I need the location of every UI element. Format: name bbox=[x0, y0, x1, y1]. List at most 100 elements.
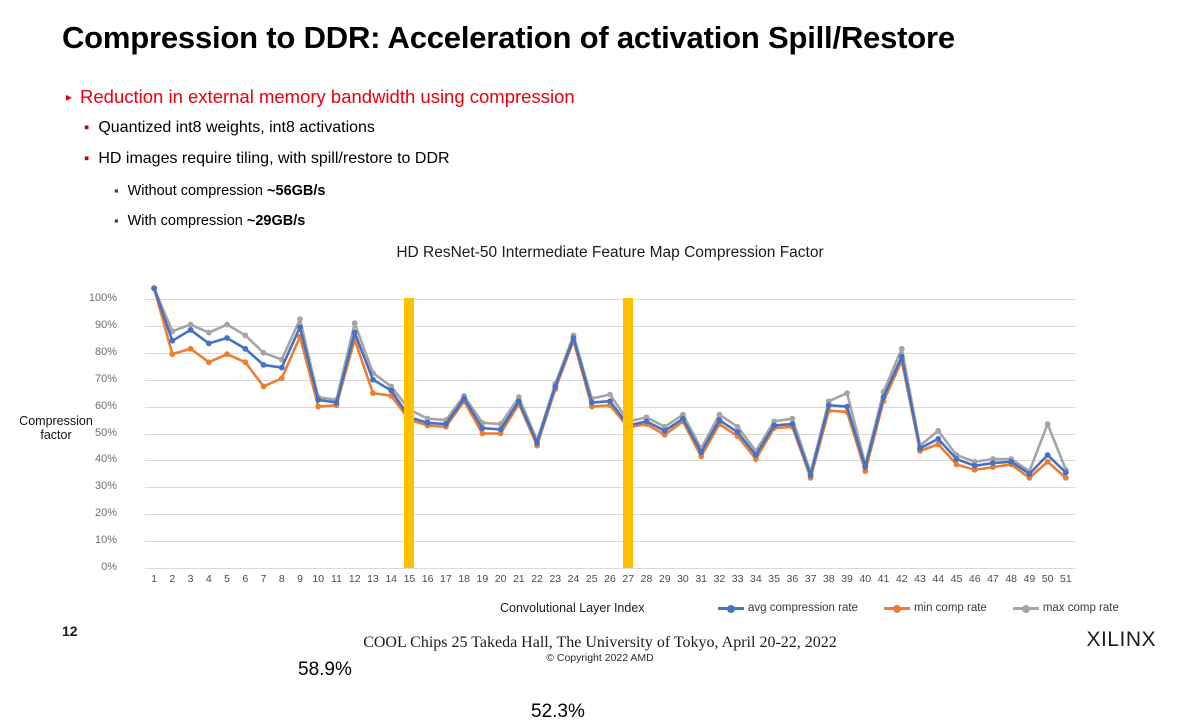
data-point bbox=[971, 462, 978, 469]
series-lines bbox=[151, 285, 1069, 481]
bullet-level3-item: ▪ Without compression ~56GB/s bbox=[114, 183, 325, 199]
data-point bbox=[461, 395, 468, 402]
data-point bbox=[278, 364, 285, 371]
data-point bbox=[1062, 474, 1069, 481]
data-point bbox=[680, 415, 686, 422]
data-point bbox=[734, 429, 741, 436]
legend-item[interactable]: avg compression rate bbox=[718, 602, 858, 614]
data-point bbox=[242, 332, 249, 339]
data-point bbox=[771, 422, 778, 429]
footer-conference-text: COOL Chips 25 Takeda Hall, The Universit… bbox=[363, 634, 837, 651]
bullet-level3-item: ▪ With compression ~29GB/s bbox=[114, 213, 305, 229]
legend-label: min comp rate bbox=[913, 602, 987, 614]
data-point bbox=[333, 399, 340, 406]
data-point bbox=[388, 387, 395, 394]
data-point bbox=[661, 427, 668, 434]
bullet-level2-text: Quantized int8 weights, int8 activations bbox=[98, 119, 375, 136]
data-point bbox=[534, 440, 540, 446]
y-axis-tick-label: 0% bbox=[101, 561, 117, 573]
chart-legend: avg compression rate min comp rate max com… bbox=[718, 602, 1119, 614]
data-point bbox=[297, 316, 303, 323]
data-point bbox=[844, 390, 850, 397]
data-point bbox=[351, 329, 358, 336]
data-point bbox=[479, 425, 486, 432]
brand-logo: XILINX bbox=[1086, 628, 1156, 651]
x-axis-label: Convolutional Layer Index bbox=[500, 601, 645, 615]
data-point bbox=[552, 383, 559, 390]
data-point bbox=[260, 362, 267, 368]
data-point bbox=[224, 351, 230, 358]
triangle-bullet-icon: ▸ bbox=[66, 90, 73, 104]
data-point bbox=[862, 464, 869, 471]
bullet-level3-text: Without compression ~56GB/s bbox=[127, 183, 326, 199]
data-point bbox=[698, 449, 705, 456]
y-axis-tick-label: 90% bbox=[94, 318, 117, 331]
data-point bbox=[497, 426, 504, 433]
data-point bbox=[734, 423, 741, 430]
bullet-level3-text: With compression ~29GB/s bbox=[127, 213, 306, 229]
square-bullet-icon: ▪ bbox=[84, 119, 90, 136]
bullet-level2-text: HD images require tiling, with spill/res… bbox=[98, 150, 450, 167]
data-point bbox=[844, 403, 850, 410]
data-point bbox=[315, 396, 322, 403]
data-point bbox=[898, 345, 905, 352]
bullet-level3-emphasis: ~56GB/s bbox=[267, 183, 326, 199]
gridline bbox=[145, 568, 1075, 569]
data-point bbox=[953, 461, 960, 468]
annotation-callout: 52.3% bbox=[531, 701, 585, 722]
data-point bbox=[260, 349, 267, 356]
data-point bbox=[789, 421, 796, 427]
data-point bbox=[224, 321, 230, 328]
data-point bbox=[789, 415, 796, 422]
data-point bbox=[187, 327, 194, 333]
bullet-level2-item: ▪ HD images require tiling, with spill/r… bbox=[84, 150, 450, 168]
bullet-level2-item: ▪ Quantized int8 weights, int8 activatio… bbox=[84, 119, 375, 137]
data-point bbox=[643, 418, 650, 425]
square-bullet-icon: ▪ bbox=[84, 150, 90, 167]
square-bullet-icon: ▪ bbox=[114, 183, 119, 198]
data-point bbox=[1044, 421, 1051, 427]
bullet-level1: ▸ Reduction in external memory bandwidth… bbox=[66, 86, 575, 108]
data-point bbox=[935, 435, 942, 442]
data-point bbox=[752, 452, 759, 458]
data-point bbox=[898, 353, 905, 360]
data-point bbox=[880, 394, 887, 401]
y-axis-tick-label: 70% bbox=[94, 372, 117, 385]
y-axis-tick-label: 40% bbox=[94, 453, 117, 466]
y-axis-tick-label: 100% bbox=[88, 292, 117, 304]
data-point bbox=[716, 417, 723, 423]
data-point bbox=[1062, 469, 1069, 476]
data-point bbox=[515, 398, 522, 405]
legend-label: avg compression rate bbox=[748, 602, 858, 614]
highlight-band bbox=[404, 298, 415, 568]
data-point bbox=[479, 430, 486, 437]
y-axis-tick-label: 50% bbox=[94, 426, 117, 439]
data-point bbox=[570, 335, 577, 341]
data-point bbox=[205, 340, 212, 347]
data-point bbox=[990, 460, 996, 466]
data-point bbox=[278, 375, 285, 382]
chart-container: HD ResNet-50 Intermediate Feature Map Co… bbox=[0, 236, 1200, 722]
y-axis-tick-label: 10% bbox=[94, 534, 117, 547]
y-axis-tick-label: 30% bbox=[94, 480, 117, 493]
bullet-level3-emphasis: ~29GB/s bbox=[246, 213, 306, 229]
data-point bbox=[205, 359, 212, 366]
legend-item[interactable]: max comp rate bbox=[1012, 602, 1119, 614]
data-point bbox=[424, 419, 431, 426]
data-point bbox=[607, 391, 613, 398]
data-point bbox=[1008, 458, 1015, 465]
data-point bbox=[187, 345, 194, 352]
series-line bbox=[152, 286, 1068, 480]
data-point bbox=[297, 324, 303, 331]
data-point bbox=[370, 390, 376, 397]
y-axis-tick-label: 60% bbox=[94, 399, 117, 412]
data-point bbox=[169, 351, 176, 358]
data-point bbox=[205, 329, 212, 336]
data-point bbox=[807, 472, 814, 479]
data-point bbox=[187, 321, 194, 328]
legend-label: max comp rate bbox=[1042, 602, 1119, 614]
legend-item[interactable]: min comp rate bbox=[883, 602, 987, 614]
plot-area bbox=[145, 285, 1075, 569]
data-point bbox=[716, 411, 723, 418]
legend-color-swatch bbox=[883, 603, 910, 613]
